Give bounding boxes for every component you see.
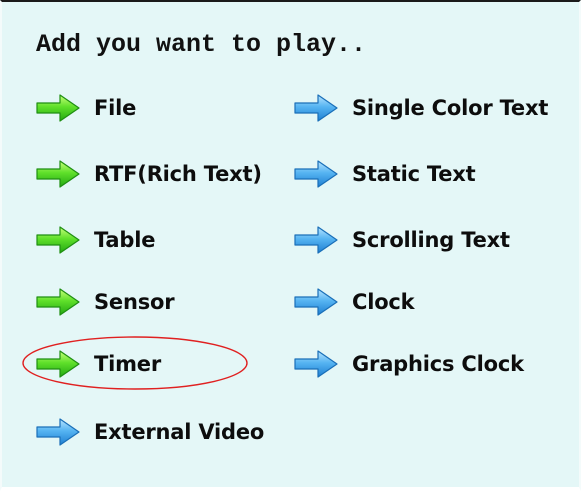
option-rtf[interactable]: RTF(Rich Text) [32, 154, 262, 194]
option-label: Scrolling Text [352, 228, 510, 252]
option-table[interactable]: Table [32, 220, 155, 260]
green-arrow-icon [32, 222, 84, 258]
option-static-text[interactable]: Static Text [290, 154, 476, 194]
add-item-panel: Add you want to play.. File RTF(Rich Tex… [0, 0, 581, 491]
option-label: File [94, 96, 137, 120]
green-arrow-icon [32, 90, 84, 126]
option-clock[interactable]: Clock [290, 282, 415, 322]
blue-arrow-icon [290, 222, 342, 258]
blue-arrow-icon [290, 346, 342, 382]
blue-arrow-icon [32, 414, 84, 450]
option-label: Static Text [352, 162, 476, 186]
option-label: Timer [94, 352, 162, 376]
option-scrolling-text[interactable]: Scrolling Text [290, 220, 510, 260]
option-sensor[interactable]: Sensor [32, 282, 175, 322]
option-label: Graphics Clock [352, 352, 524, 376]
blue-arrow-icon [290, 156, 342, 192]
blue-arrow-icon [290, 90, 342, 126]
green-arrow-icon [32, 284, 84, 320]
option-timer[interactable]: Timer [32, 344, 161, 384]
option-label: Table [94, 228, 156, 252]
option-file[interactable]: File [32, 88, 136, 128]
option-label: Single Color Text [352, 96, 549, 120]
blue-arrow-icon [290, 284, 342, 320]
option-label: Sensor [94, 290, 175, 314]
option-graphics-clock[interactable]: Graphics Clock [290, 344, 524, 384]
green-arrow-icon [32, 156, 84, 192]
option-external-video[interactable]: External Video [32, 412, 264, 452]
option-label: Clock [352, 290, 415, 314]
option-label: External Video [94, 420, 265, 444]
option-single-color-text[interactable]: Single Color Text [290, 88, 548, 128]
panel-heading: Add you want to play.. [36, 30, 367, 59]
green-arrow-icon [32, 346, 84, 382]
option-label: RTF(Rich Text) [94, 162, 262, 186]
